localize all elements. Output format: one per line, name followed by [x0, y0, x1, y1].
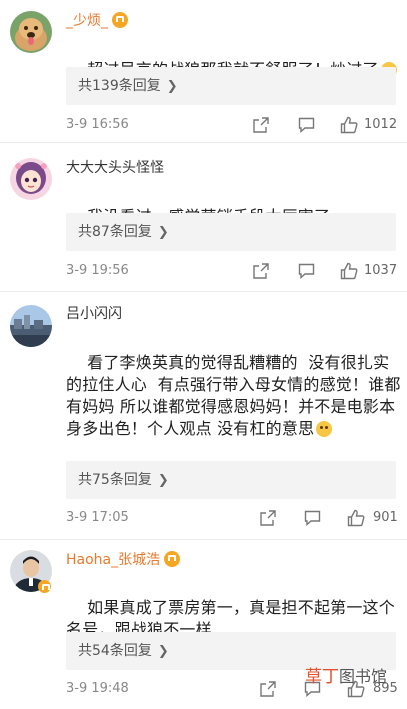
divider: [0, 539, 407, 540]
like-count: 1037: [364, 263, 398, 278]
share-icon[interactable]: [260, 681, 276, 697]
replies-label: 共54条回复: [78, 643, 152, 659]
vip-badge-icon: [38, 580, 51, 593]
chevron-right-icon: ❯: [157, 225, 169, 240]
username[interactable]: Haoha_张城浩: [66, 551, 181, 569]
divider: [0, 142, 407, 143]
replies-label: 共75条回复: [78, 472, 152, 488]
view-replies-button[interactable]: 共75条回复 ❯: [66, 461, 396, 499]
username-text[interactable]: Haoha_张城浩: [66, 552, 160, 568]
username-text[interactable]: 吕小闪闪: [66, 306, 122, 322]
divider: [0, 291, 407, 292]
chevron-right-icon: ❯: [157, 473, 169, 488]
username-text[interactable]: 大大大头头怪怪: [66, 160, 164, 176]
chevron-right-icon: ❯: [166, 79, 178, 94]
timestamp: 3-9 19:56: [66, 263, 129, 278]
watermark-part2: 图书馆: [339, 667, 388, 686]
vip-badge-icon: [164, 551, 181, 567]
comment-meta: 3-9 19:56 1037: [66, 259, 398, 283]
timestamp: 3-9 19:48: [66, 681, 129, 696]
emoji-icon: [316, 421, 333, 437]
like-count: 901: [373, 510, 398, 525]
view-replies-button[interactable]: 共87条回复 ❯: [66, 213, 396, 251]
comment-meta: 3-9 16:56 1012: [66, 113, 398, 137]
like-icon[interactable]: [340, 116, 358, 134]
username[interactable]: _少烦_: [66, 12, 128, 30]
chevron-right-icon: ❯: [157, 644, 169, 659]
username-text[interactable]: _少烦_: [66, 13, 108, 29]
share-icon[interactable]: [260, 510, 276, 526]
username[interactable]: 大大大头头怪怪: [66, 159, 164, 177]
timestamp: 3-9 16:56: [66, 117, 129, 132]
share-icon[interactable]: [253, 263, 269, 279]
watermark-part1: 草丁: [305, 667, 339, 687]
view-replies-button[interactable]: 共139条回复 ❯: [66, 67, 396, 105]
comment-icon[interactable]: [304, 510, 321, 526]
like-icon[interactable]: [340, 262, 358, 280]
comment-text: 看了李焕英真的觉得乱糟糟的 没有很扎实的拉住人心 有点强行带入母女情的感觉！谁都…: [66, 330, 402, 462]
comment-meta: 3-9 17:05 901: [66, 506, 398, 530]
vip-badge-icon: [112, 12, 128, 28]
replies-label: 共87条回复: [78, 224, 152, 240]
avatar[interactable]: [10, 158, 52, 200]
timestamp: 3-9 17:05: [66, 510, 129, 525]
comment-icon[interactable]: [298, 263, 315, 279]
like-count: 1012: [364, 117, 398, 132]
avatar[interactable]: [10, 11, 52, 53]
avatar[interactable]: [10, 305, 52, 347]
like-icon[interactable]: [347, 509, 365, 527]
watermark: 草丁图书馆: [305, 662, 405, 692]
comment-text-content: 看了李焕英真的觉得乱糟糟的 没有很扎实的拉住人心 有点强行带入母女情的感觉！谁都…: [66, 353, 401, 438]
replies-label: 共139条回复: [78, 78, 161, 94]
comment-icon[interactable]: [298, 117, 315, 133]
username[interactable]: 吕小闪闪: [66, 305, 122, 323]
share-icon[interactable]: [253, 117, 269, 133]
